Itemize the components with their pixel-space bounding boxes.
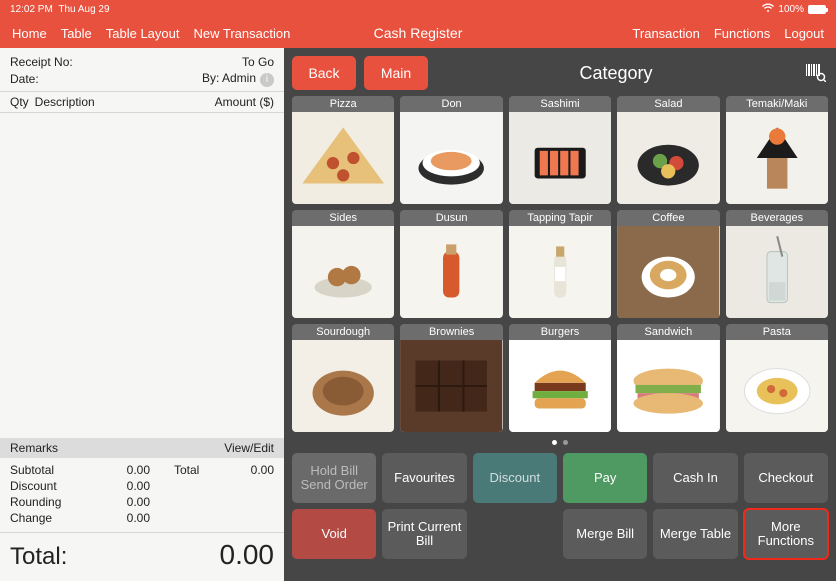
status-date: Thu Aug 29	[58, 4, 109, 15]
category-tile-salad[interactable]: Salad	[617, 96, 719, 204]
action-bar: Hold Bill Send Order Favourites Discount…	[292, 453, 828, 559]
category-tile-brownies[interactable]: Brownies	[400, 324, 502, 432]
tile-label: Sandwich	[617, 324, 719, 340]
pay-button[interactable]: Pay	[563, 453, 647, 503]
category-panel: Back Main Category Pizza Don Sashimi Sal…	[284, 48, 836, 581]
hold-bill-button[interactable]: Hold Bill Send Order	[292, 453, 376, 503]
tile-label: Sourdough	[292, 324, 394, 340]
main-button[interactable]: Main	[364, 56, 428, 90]
tile-label: Pasta	[726, 324, 828, 340]
category-tile-pasta[interactable]: Pasta	[726, 324, 828, 432]
category-tile-sashimi[interactable]: Sashimi	[509, 96, 611, 204]
remarks-label: Remarks	[10, 441, 58, 455]
tile-label: Salad	[617, 96, 719, 112]
receipt-date-label: Date:	[10, 71, 39, 87]
discount-label: Discount	[10, 478, 80, 494]
checkout-button[interactable]: Checkout	[744, 453, 828, 503]
cash-in-button[interactable]: Cash In	[653, 453, 737, 503]
more-functions-button[interactable]: More Functions	[744, 509, 828, 559]
barcode-search-icon[interactable]	[804, 64, 828, 82]
tile-label: Dusun	[400, 210, 502, 226]
nav-table[interactable]: Table	[61, 26, 92, 41]
void-button[interactable]: Void	[292, 509, 376, 559]
page-title: Cash Register	[374, 25, 463, 41]
amount-header: Amount ($)	[215, 95, 274, 109]
discount-value: 0.00	[80, 478, 150, 494]
change-value: 0.00	[80, 510, 150, 526]
battery-pct: 100%	[778, 4, 804, 15]
receipt-type: To Go	[242, 54, 274, 70]
line-header: Qty Description Amount ($)	[0, 91, 284, 113]
category-tile-beverages[interactable]: Beverages	[726, 210, 828, 318]
receipt-by: By: Admin	[202, 71, 256, 85]
rounding-value: 0.00	[80, 494, 150, 510]
tile-label: Coffee	[617, 210, 719, 226]
category-tile-don[interactable]: Don	[400, 96, 502, 204]
pager-dot-2[interactable]	[563, 440, 568, 445]
tile-label: Pizza	[292, 96, 394, 112]
nav-functions[interactable]: Functions	[714, 26, 770, 41]
top-nav: Home Table Table Layout New Transaction …	[0, 18, 836, 48]
category-tile-tapping-tapir[interactable]: Tapping Tapir	[509, 210, 611, 318]
pager-dot-1[interactable]	[552, 440, 557, 445]
grand-total-label: Total:	[10, 543, 67, 571]
nav-new-transaction[interactable]: New Transaction	[194, 26, 291, 41]
totals-panel: Subtotal0.00Total0.00 Discount0.00 Round…	[0, 458, 284, 532]
receipt-panel: Receipt No: To Go Date: By: Admin i Qty Desc…	[0, 48, 284, 581]
tile-label: Burgers	[509, 324, 611, 340]
tile-label: Tapping Tapir	[509, 210, 611, 226]
nav-logout[interactable]: Logout	[784, 26, 824, 41]
receipt-no-label: Receipt No:	[10, 54, 73, 70]
subtotal-value: 0.00	[80, 462, 150, 478]
qty-header: Qty	[10, 95, 29, 109]
change-label: Change	[10, 510, 80, 526]
tile-label: Sides	[292, 210, 394, 226]
grand-total-value: 0.00	[220, 539, 275, 571]
tile-label: Sashimi	[509, 96, 611, 112]
nav-transaction[interactable]: Transaction	[632, 26, 699, 41]
category-tile-sandwich[interactable]: Sandwich	[617, 324, 719, 432]
discount-button[interactable]: Discount	[473, 453, 557, 503]
category-tile-coffee[interactable]: Coffee	[617, 210, 719, 318]
category-tile-dusun[interactable]: Dusun	[400, 210, 502, 318]
info-icon[interactable]: i	[260, 73, 274, 87]
merge-table-button[interactable]: Merge Table	[653, 509, 737, 559]
back-button[interactable]: Back	[292, 56, 356, 90]
category-tile-pizza[interactable]: Pizza	[292, 96, 394, 204]
category-tile-burgers[interactable]: Burgers	[509, 324, 611, 432]
tile-label: Temaki/Maki	[726, 96, 828, 112]
category-tile-temaki[interactable]: Temaki/Maki	[726, 96, 828, 204]
tile-label: Don	[400, 96, 502, 112]
category-tile-sourdough[interactable]: Sourdough	[292, 324, 394, 432]
wifi-icon	[762, 3, 774, 16]
category-tile-sides[interactable]: Sides	[292, 210, 394, 318]
total-small-value: 0.00	[210, 462, 274, 478]
total-small-label: Total	[150, 462, 210, 478]
merge-bill-button[interactable]: Merge Bill	[563, 509, 647, 559]
status-time: 12:02 PM	[10, 4, 53, 15]
nav-table-layout[interactable]: Table Layout	[106, 26, 180, 41]
print-bill-button[interactable]: Print Current Bill	[382, 509, 466, 559]
pager-dots	[292, 438, 828, 447]
rounding-label: Rounding	[10, 494, 80, 510]
subtotal-label: Subtotal	[10, 462, 80, 478]
remarks-viewedit[interactable]: View/Edit	[224, 441, 274, 455]
tile-label: Beverages	[726, 210, 828, 226]
battery-icon	[808, 5, 826, 14]
favourites-button[interactable]: Favourites	[382, 453, 466, 503]
category-grid: Pizza Don Sashimi Salad Temaki/Maki Side…	[292, 96, 828, 432]
receipt-lines	[0, 113, 284, 438]
tile-label: Brownies	[400, 324, 502, 340]
status-bar: 12:02 PM Thu Aug 29 100%	[0, 0, 836, 18]
nav-home[interactable]: Home	[12, 26, 47, 41]
desc-header: Description	[35, 95, 95, 109]
category-title: Category	[436, 63, 796, 84]
